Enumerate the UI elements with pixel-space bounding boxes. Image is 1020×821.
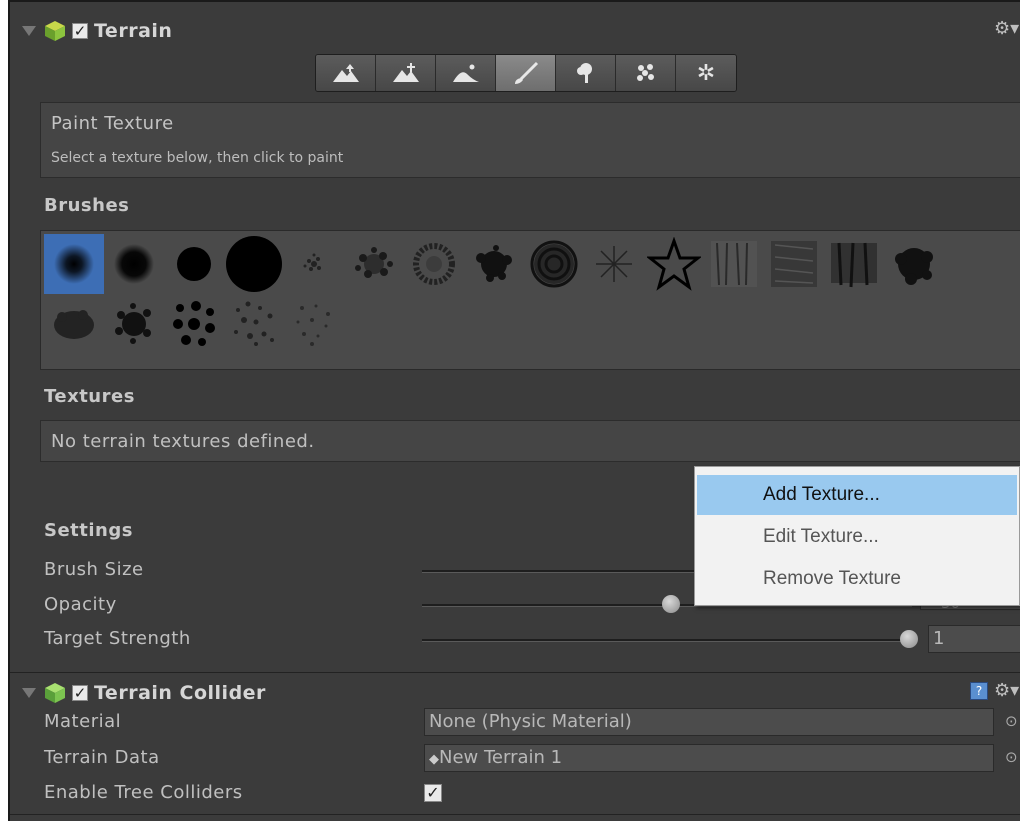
brush-size-label: Brush Size: [44, 559, 144, 580]
collider-component-icon: [44, 682, 66, 704]
collider-component-title: Terrain Collider: [94, 682, 266, 704]
terrain-foldout-arrow[interactable]: [22, 26, 36, 36]
terrain-data-label: Terrain Data: [44, 747, 160, 768]
tool-place-trees-button[interactable]: [556, 55, 616, 91]
paint-details-icon: [636, 64, 654, 81]
target-strength-value: 1: [933, 628, 945, 649]
brush-noise-ring[interactable]: [404, 234, 464, 294]
textures-list: No terrain textures defined.: [40, 420, 1020, 462]
tool-info-box: Paint Texture Select a texture below, th…: [40, 102, 1020, 178]
inspector-panel: ✓ Terrain ⚙▾ ✲ Paint Texture Select a te…: [8, 0, 1020, 821]
collider-foldout-arrow[interactable]: [22, 688, 36, 698]
brush-grid: [40, 230, 1020, 370]
brush-hard-large[interactable]: [224, 234, 284, 294]
brush-grunge-2[interactable]: [764, 234, 824, 294]
brush-scatter-1[interactable]: [224, 294, 284, 354]
paint-height-icon: [392, 63, 419, 82]
menu-item-edit-texture[interactable]: Edit Texture...: [697, 517, 1017, 557]
settings-heading: Settings: [44, 520, 133, 541]
brush-grunge-6[interactable]: [104, 294, 164, 354]
bottom-divider: [10, 814, 1020, 815]
brush-grunge-5[interactable]: [44, 294, 104, 354]
brushes-heading: Brushes: [44, 195, 130, 216]
terrain-data-value: New Terrain 1: [439, 747, 563, 768]
help-icon[interactable]: ?: [970, 682, 988, 700]
target-strength-slider-thumb[interactable]: [900, 630, 918, 648]
tree-colliders-label: Enable Tree Colliders: [44, 782, 243, 803]
terrain-tool-toolbar: ✲: [315, 54, 737, 92]
tool-terrain-settings-button[interactable]: ✲: [676, 55, 736, 91]
brush-star[interactable]: [644, 234, 704, 294]
material-field[interactable]: None (Physic Material): [424, 708, 994, 736]
smooth-height-icon: [452, 64, 479, 82]
brush-noise-medium[interactable]: [344, 234, 404, 294]
brush-grunge-1[interactable]: [704, 234, 764, 294]
component-divider: [10, 672, 1020, 673]
brush-hard-medium[interactable]: [164, 234, 224, 294]
terrain-settings-gear-icon[interactable]: ⚙▾: [994, 18, 1019, 39]
terrain-component-title: Terrain: [94, 20, 173, 42]
brush-dots[interactable]: [164, 294, 224, 354]
target-strength-slider[interactable]: [422, 639, 912, 642]
paint-texture-icon: [514, 61, 538, 84]
tool-info-hint: Select a texture below, then click to pa…: [51, 150, 344, 166]
material-picker-icon[interactable]: ⊙: [1005, 712, 1018, 730]
opacity-label: Opacity: [44, 594, 117, 615]
brush-grunge-3[interactable]: [824, 234, 884, 294]
target-strength-value-field[interactable]: 1: [928, 625, 1020, 653]
terrain-component-icon: [44, 20, 66, 42]
texture-context-menu: Add Texture... Edit Texture... Remove Te…: [694, 466, 1020, 606]
brush-soft-medium[interactable]: [104, 234, 164, 294]
menu-item-add-texture[interactable]: Add Texture...: [697, 475, 1017, 515]
brush-starburst[interactable]: [584, 234, 644, 294]
target-strength-label: Target Strength: [44, 628, 191, 649]
material-label: Material: [44, 711, 122, 732]
collider-settings-gear-icon[interactable]: ⚙▾: [994, 680, 1019, 701]
menu-item-remove-texture[interactable]: Remove Texture: [697, 559, 1017, 599]
tree-colliders-checkbox[interactable]: ✓: [424, 784, 442, 802]
tool-paint-details-button[interactable]: [616, 55, 676, 91]
place-trees-icon: [576, 63, 592, 83]
brush-splatter[interactable]: [464, 234, 524, 294]
terrain-data-field[interactable]: ◆New Terrain 1: [424, 744, 994, 772]
brush-soft-small-selected[interactable]: [44, 234, 104, 294]
textures-empty-message: No terrain textures defined.: [51, 431, 315, 452]
collider-enabled-checkbox[interactable]: ✓: [72, 685, 88, 701]
brush-size-slider[interactable]: [422, 570, 712, 573]
brush-noise-small[interactable]: [284, 234, 344, 294]
tool-info-title: Paint Texture: [51, 113, 174, 134]
brush-grunge-4[interactable]: [884, 234, 944, 294]
opacity-slider-thumb[interactable]: [662, 595, 680, 613]
terrain-settings-icon: ✲: [696, 60, 716, 86]
brush-rings[interactable]: [524, 234, 584, 294]
tool-smooth-height-button[interactable]: [436, 55, 496, 91]
terrain-enabled-checkbox[interactable]: ✓: [72, 23, 88, 39]
tool-paint-texture-button[interactable]: [496, 55, 556, 91]
terrain-data-picker-icon[interactable]: ⊙: [1005, 748, 1018, 766]
brush-scatter-2[interactable]: [284, 294, 344, 354]
terrain-asset-icon: ◆: [429, 752, 439, 767]
tool-paint-height-button[interactable]: [376, 55, 436, 91]
raise-lower-terrain-icon: [332, 64, 359, 82]
tool-raise-lower-button[interactable]: [316, 55, 376, 91]
textures-heading: Textures: [44, 386, 135, 407]
